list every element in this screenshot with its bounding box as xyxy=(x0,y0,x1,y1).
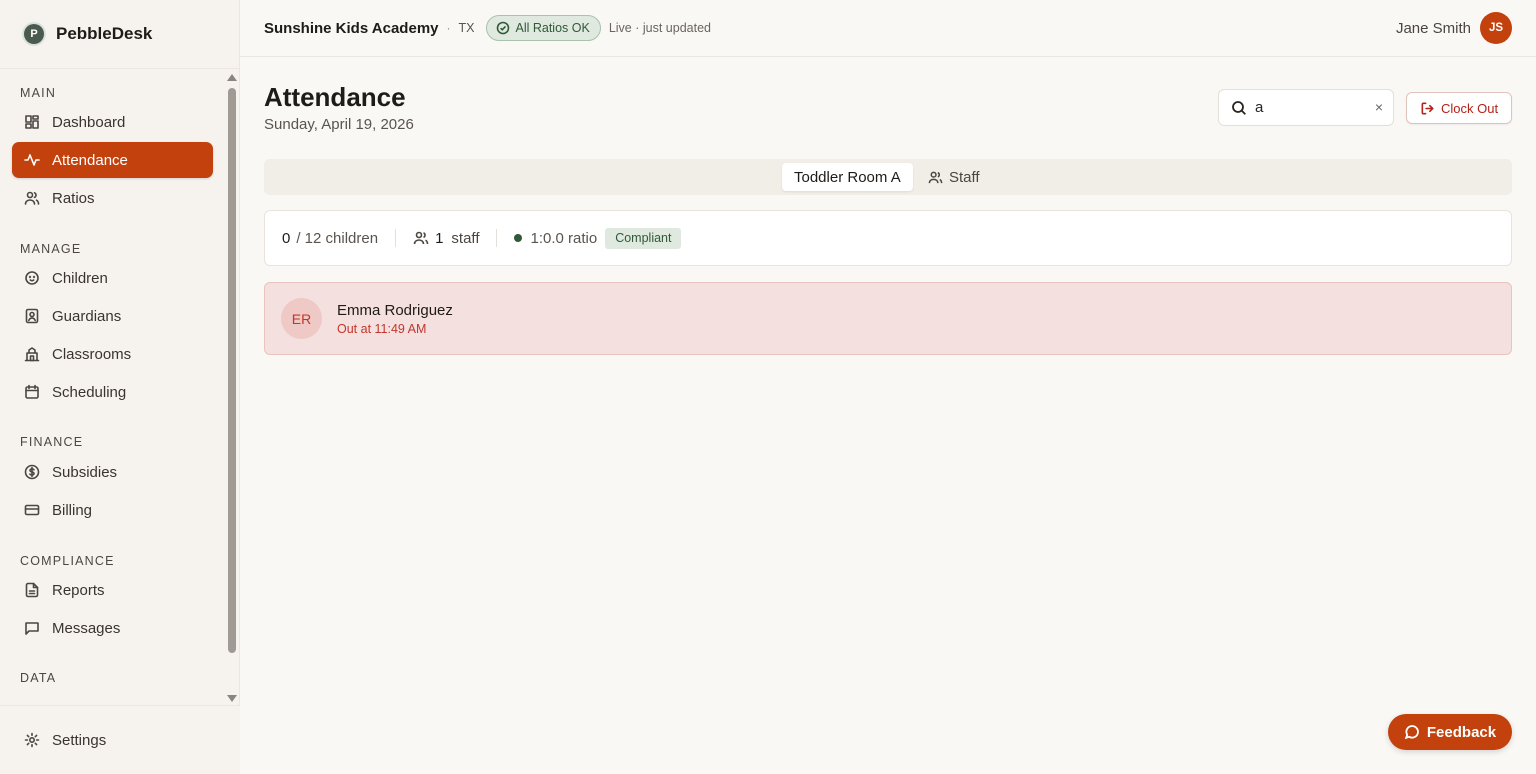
sidebar-item-classrooms[interactable]: Classrooms xyxy=(12,336,213,372)
staff-count-label: staff xyxy=(451,229,480,247)
sidebar-item-attendance[interactable]: Attendance xyxy=(12,142,213,178)
dashboard-icon xyxy=(24,114,40,130)
users-icon xyxy=(413,231,429,245)
sidebar-item-label: Attendance xyxy=(52,151,128,169)
sidebar-item-label: Messages xyxy=(52,619,121,637)
child-avatar: ER xyxy=(281,298,322,339)
sidebar-footer: Settings xyxy=(0,705,240,774)
scroll-up-arrow-icon[interactable] xyxy=(227,74,237,81)
ratio-status-text: All Ratios OK xyxy=(515,21,590,35)
gear-icon xyxy=(24,732,40,748)
page-date: Sunday, April 19, 2026 xyxy=(264,116,414,133)
search-icon xyxy=(1232,100,1246,115)
live-status-text: Live · just updated xyxy=(608,21,711,35)
activity-icon xyxy=(24,152,40,168)
calendar-icon xyxy=(24,384,40,400)
sidebar-item-billing[interactable]: Billing xyxy=(12,492,213,528)
section-main: MAIN xyxy=(20,86,57,100)
child-status: Out at 11:49 AM xyxy=(337,321,427,336)
school-icon xyxy=(24,346,40,362)
ratio-summary-card: 0 / 12 children 1 staff 1:0.0 ratio Comp… xyxy=(264,210,1512,266)
sidebar-item-reports[interactable]: Reports xyxy=(12,572,213,608)
sidebar-item-subsidies[interactable]: Subsidies xyxy=(12,454,213,490)
section-finance: FINANCE xyxy=(20,435,84,449)
sidebar-scrollbar[interactable] xyxy=(226,70,238,704)
users-icon xyxy=(928,171,943,183)
sidebar-item-ratios[interactable]: Ratios xyxy=(12,180,213,216)
top-header: Sunshine Kids Academy · TX All Ratios OK… xyxy=(240,0,1536,57)
ratio-value: 1:0.0 ratio xyxy=(530,229,598,247)
org-state: TX xyxy=(458,21,475,35)
sidebar-item-label: Settings xyxy=(52,731,107,749)
brand[interactable]: P PebbleDesk xyxy=(0,0,239,69)
section-manage: MANAGE xyxy=(20,242,82,256)
ratio-status-dot-icon xyxy=(514,234,523,242)
check-circle-icon xyxy=(497,21,510,35)
sidebar-item-label: Reports xyxy=(52,581,105,599)
avatar[interactable]: JS xyxy=(1480,12,1512,44)
section-data: DATA xyxy=(20,671,57,685)
sidebar-item-label: Dashboard xyxy=(52,113,126,131)
children-total: / 12 children xyxy=(296,229,379,247)
org-name[interactable]: Sunshine Kids Academy xyxy=(264,20,439,37)
message-circle-icon xyxy=(1404,725,1419,740)
section-compliance: COMPLIANCE xyxy=(20,554,115,568)
sidebar-item-label: Billing xyxy=(52,501,93,519)
sidebar-item-children[interactable]: Children xyxy=(12,260,213,296)
sidebar-item-label: Ratios xyxy=(52,189,95,207)
credit-card-icon xyxy=(24,502,40,518)
staff-count-number: 1 xyxy=(435,229,444,247)
users-icon xyxy=(24,190,40,206)
sidebar-item-label: Scheduling xyxy=(52,383,127,401)
guardian-icon xyxy=(24,308,40,324)
tab-label: Staff xyxy=(949,168,980,186)
sidebar: P PebbleDesk MAIN Dashboard Attendance R… xyxy=(0,0,240,774)
feedback-button[interactable]: Feedback xyxy=(1388,714,1512,750)
log-out-icon xyxy=(1421,102,1434,114)
sidebar-item-guardians[interactable]: Guardians xyxy=(12,298,213,334)
child-name: Emma Rodriguez xyxy=(337,301,453,319)
sidebar-item-label: Subsidies xyxy=(52,463,118,481)
brand-name: PebbleDesk xyxy=(56,24,153,43)
dollar-icon xyxy=(24,464,40,480)
clock-out-label: Clock Out xyxy=(1441,100,1499,116)
separator: · xyxy=(446,21,451,35)
feedback-label: Feedback xyxy=(1426,723,1497,741)
sidebar-item-settings[interactable]: Settings xyxy=(12,722,213,758)
child-attendance-row[interactable]: ER Emma Rodriguez Out at 11:49 AM xyxy=(264,282,1512,355)
user-name: Jane Smith xyxy=(1395,19,1471,37)
sidebar-item-dashboard[interactable]: Dashboard xyxy=(12,104,213,140)
tab-staff[interactable]: Staff xyxy=(916,163,992,191)
brand-logo-icon: P xyxy=(24,24,44,44)
clock-out-button[interactable]: Clock Out xyxy=(1406,92,1512,124)
message-icon xyxy=(24,620,40,636)
search-field[interactable]: × xyxy=(1218,89,1394,126)
sidebar-item-label: Classrooms xyxy=(52,345,132,363)
clear-search-icon[interactable]: × xyxy=(1375,99,1383,115)
staff-count: 1 staff xyxy=(413,230,479,247)
child-info: Emma Rodriguez Out at 11:49 AM xyxy=(337,302,453,336)
sidebar-nav: MAIN Dashboard Attendance Ratios MANAGE … xyxy=(0,70,226,704)
tab-toddler-room-a[interactable]: Toddler Room A xyxy=(782,163,913,191)
sidebar-item-messages[interactable]: Messages xyxy=(12,610,213,646)
ratio-status-badge[interactable]: All Ratios OK xyxy=(486,15,601,41)
divider xyxy=(395,229,397,247)
sidebar-item-label: Guardians xyxy=(52,307,122,325)
sidebar-item-label: Children xyxy=(52,269,108,287)
scroll-down-arrow-icon[interactable] xyxy=(227,695,237,702)
user-menu[interactable]: Jane Smith JS xyxy=(1396,12,1512,44)
children-present-count: 0 xyxy=(282,229,291,247)
search-input[interactable] xyxy=(1255,99,1365,116)
page-title: Attendance xyxy=(264,82,406,112)
compliance-badge: Compliant xyxy=(605,227,682,249)
room-tabs: Toddler Room A Staff xyxy=(264,159,1512,195)
sidebar-item-scheduling[interactable]: Scheduling xyxy=(12,374,213,410)
divider xyxy=(496,229,498,247)
scroll-thumb[interactable] xyxy=(228,88,236,653)
report-icon xyxy=(24,582,40,598)
baby-icon xyxy=(24,270,40,286)
